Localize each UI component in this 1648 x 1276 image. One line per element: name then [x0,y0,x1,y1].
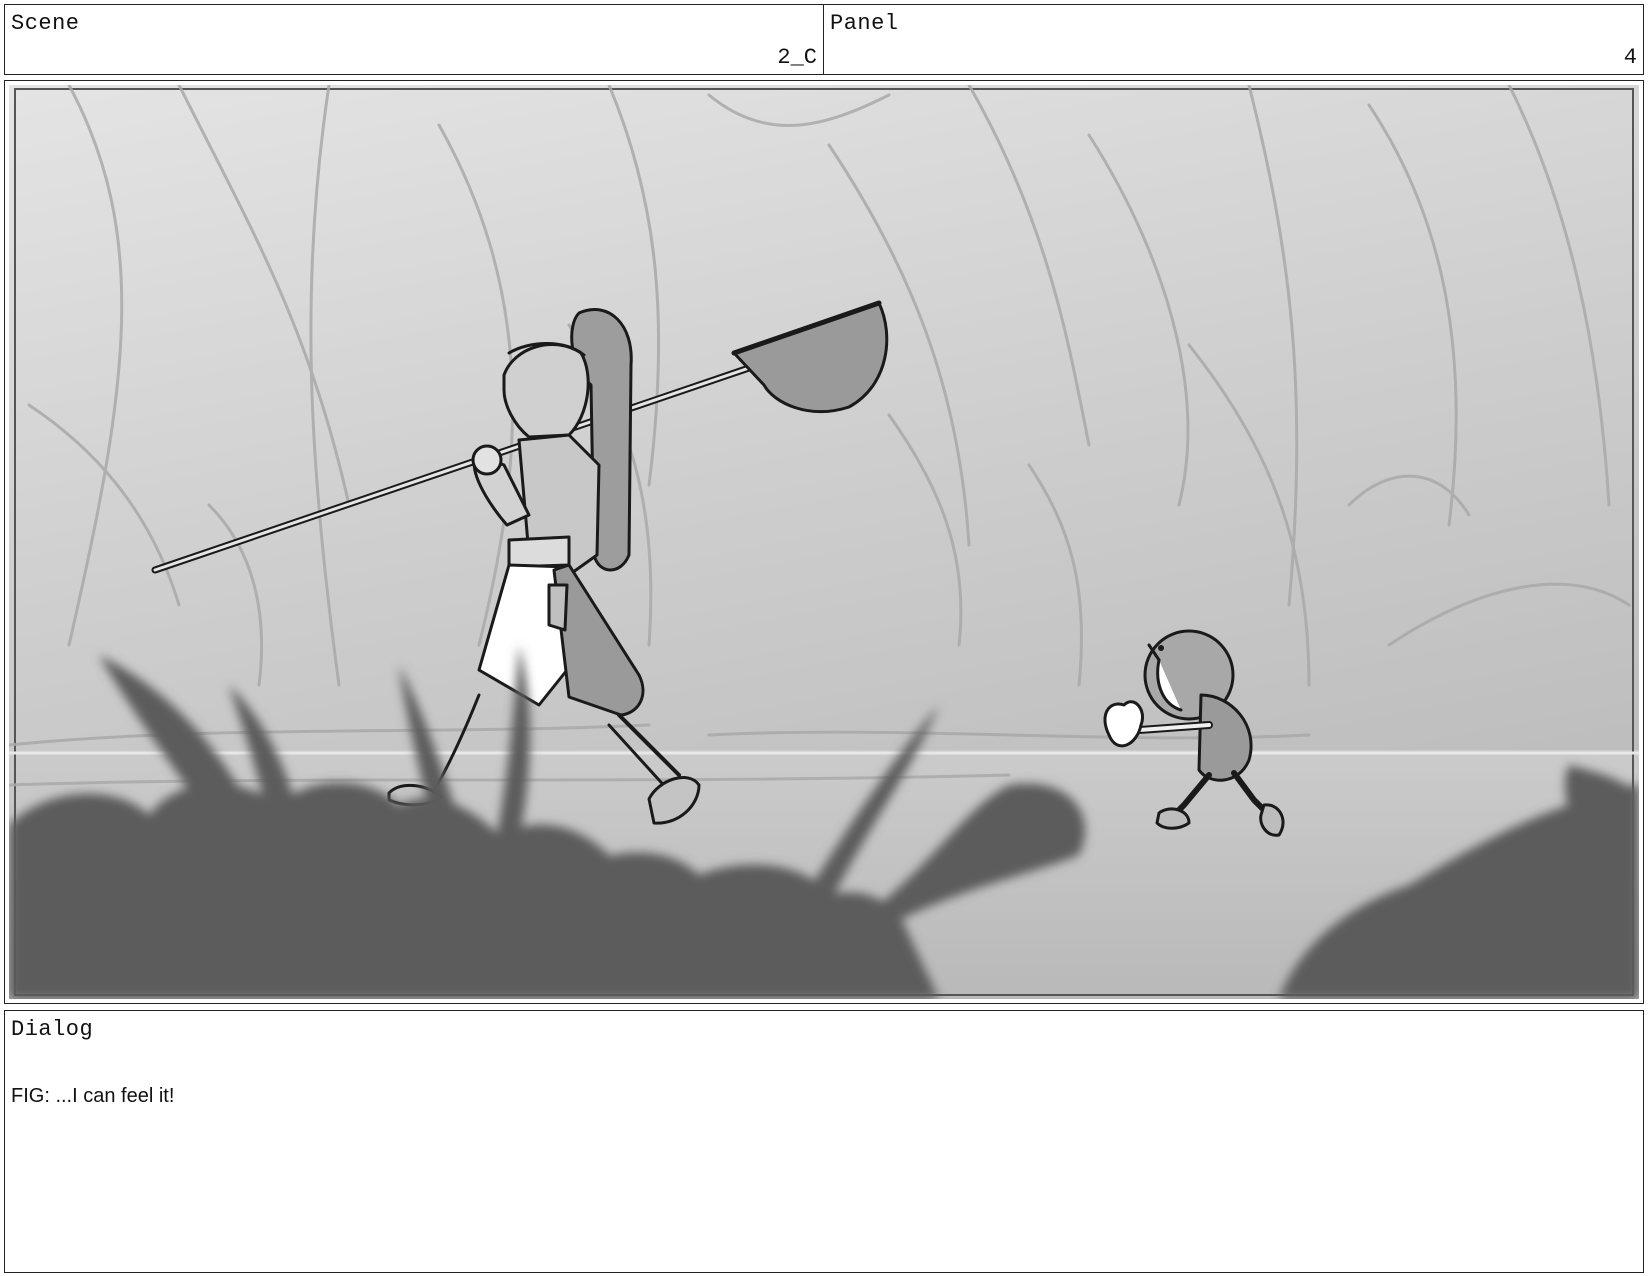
panel-field: Panel 4 [823,4,1644,75]
storyboard-frame [4,80,1644,1004]
dialog-label: Dialog [11,1017,94,1042]
panel-label: Panel [830,11,899,36]
dialog-line: FIG: ...I can feel it! [11,1085,175,1107]
panel-value: 4 [1623,45,1637,70]
dialog-field: Dialog FIG: ...I can feel it! [4,1010,1644,1273]
scene-field: Scene 2_C [4,4,824,75]
scene-value: 2_C [777,45,817,70]
scene-label: Scene [11,11,80,36]
storyboard-drawing [9,85,1639,999]
